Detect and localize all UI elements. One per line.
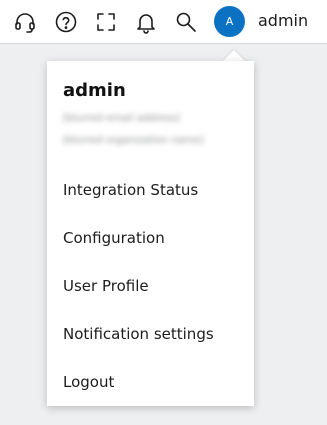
search-icon[interactable] (174, 10, 198, 34)
menu-item-user-profile[interactable]: User Profile (63, 277, 149, 295)
menu-item-logout[interactable]: Logout (63, 373, 114, 391)
username-button[interactable]: admin (258, 11, 308, 30)
help-icon[interactable] (54, 10, 78, 34)
fullscreen-icon[interactable] (94, 10, 118, 34)
bell-icon[interactable] (134, 10, 158, 34)
user-email-blurred: [blurred email address] (63, 113, 180, 124)
user-organization-blurred: [blurred organization name] (63, 135, 204, 146)
menu-item-notification-settings[interactable]: Notification settings (63, 325, 214, 343)
menu-item-integration-status[interactable]: Integration Status (63, 181, 198, 199)
user-menu-dropdown: admin [blurred email address] [blurred o… (47, 61, 254, 406)
dropdown-caret (223, 50, 245, 61)
user-avatar[interactable]: A (214, 6, 245, 37)
user-menu-name: admin (63, 80, 126, 101)
menu-item-configuration[interactable]: Configuration (63, 229, 165, 247)
headset-icon[interactable] (13, 10, 37, 34)
top-bar: A admin (0, 0, 327, 44)
avatar-initial: A (225, 15, 234, 28)
